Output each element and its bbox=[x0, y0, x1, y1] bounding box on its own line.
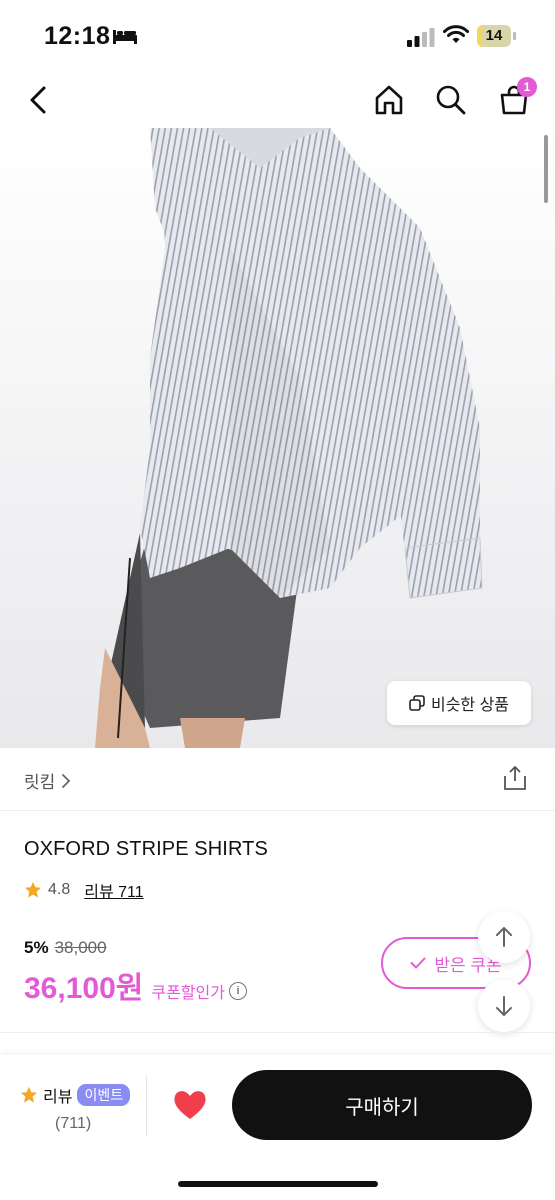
share-button[interactable] bbox=[501, 764, 529, 792]
coupon-price-label: 쿠폰할인가 bbox=[151, 985, 225, 1002]
section-divider bbox=[0, 1032, 555, 1033]
similar-products-label: 비슷한 상품 bbox=[430, 697, 510, 714]
home-button[interactable] bbox=[369, 80, 409, 120]
status-time: 12:18 bbox=[44, 22, 111, 50]
brand-link[interactable]: 릿킴 bbox=[24, 768, 71, 793]
event-badge: 이벤트 bbox=[77, 1084, 131, 1106]
share-icon bbox=[504, 766, 526, 790]
bed-icon bbox=[113, 30, 137, 44]
battery-icon: 14 bbox=[477, 25, 517, 47]
chevron-right-icon bbox=[62, 773, 71, 788]
arrow-up-icon bbox=[496, 927, 512, 947]
buy-button[interactable]: 구매하기 bbox=[232, 1070, 532, 1140]
check-icon bbox=[410, 957, 426, 969]
product-title: OXFORD STRIPE SHIRTS bbox=[24, 838, 268, 860]
sale-price: 36,100원 bbox=[24, 972, 144, 1005]
brand-name: 릿킴 bbox=[24, 773, 56, 792]
vertical-divider bbox=[146, 1075, 147, 1137]
home-icon bbox=[375, 85, 403, 115]
cart-count-badge: 1 bbox=[517, 77, 537, 97]
back-button[interactable] bbox=[18, 80, 58, 120]
wifi-icon bbox=[443, 25, 469, 43]
discount-row: 5% 38,000 bbox=[24, 938, 107, 958]
status-bar: 12:18 14 bbox=[0, 0, 555, 70]
product-photo bbox=[95, 128, 483, 748]
copy-icon bbox=[409, 695, 425, 711]
star-icon bbox=[24, 881, 42, 898]
price-row: 36,100원 쿠폰할인가 i bbox=[24, 963, 247, 1007]
rating-score: 4.8 bbox=[48, 881, 71, 898]
scroll-up-button[interactable] bbox=[478, 911, 530, 963]
rating-row: 4.8 리뷰 711 bbox=[24, 878, 144, 902]
review-link[interactable]: 리뷰 711 bbox=[84, 878, 143, 902]
brand-row: 릿킴 bbox=[0, 748, 555, 811]
info-icon[interactable]: i bbox=[228, 982, 247, 1000]
battery-level: 14 bbox=[485, 27, 503, 44]
search-button[interactable] bbox=[431, 80, 471, 120]
heart-icon bbox=[174, 1091, 206, 1119]
review-label: 리뷰 bbox=[43, 1089, 73, 1106]
signal-icon bbox=[407, 28, 435, 47]
buy-button-label: 구매하기 bbox=[345, 1096, 419, 1119]
review-count: (711) bbox=[55, 1115, 92, 1132]
back-icon bbox=[30, 86, 46, 114]
arrow-down-icon bbox=[496, 996, 512, 1016]
star-icon bbox=[20, 1086, 38, 1103]
product-image[interactable] bbox=[0, 128, 555, 748]
original-price: 38,000 bbox=[54, 938, 107, 957]
review-summary[interactable]: 리뷰 이벤트 (711) bbox=[20, 1083, 135, 1133]
scroll-down-button[interactable] bbox=[478, 980, 530, 1032]
top-nav-bar bbox=[0, 70, 555, 128]
home-indicator bbox=[178, 1181, 378, 1187]
discount-rate: 5% bbox=[24, 938, 49, 957]
image-scrollbar[interactable] bbox=[544, 135, 548, 203]
search-icon bbox=[436, 85, 466, 115]
wishlist-button[interactable] bbox=[170, 1085, 210, 1125]
coupon-price-note[interactable]: 쿠폰할인가 i bbox=[151, 979, 247, 1003]
similar-products-button[interactable]: 비슷한 상품 bbox=[387, 681, 531, 725]
bottom-action-bar: 리뷰 이벤트 (711) 구매하기 bbox=[0, 1055, 555, 1200]
